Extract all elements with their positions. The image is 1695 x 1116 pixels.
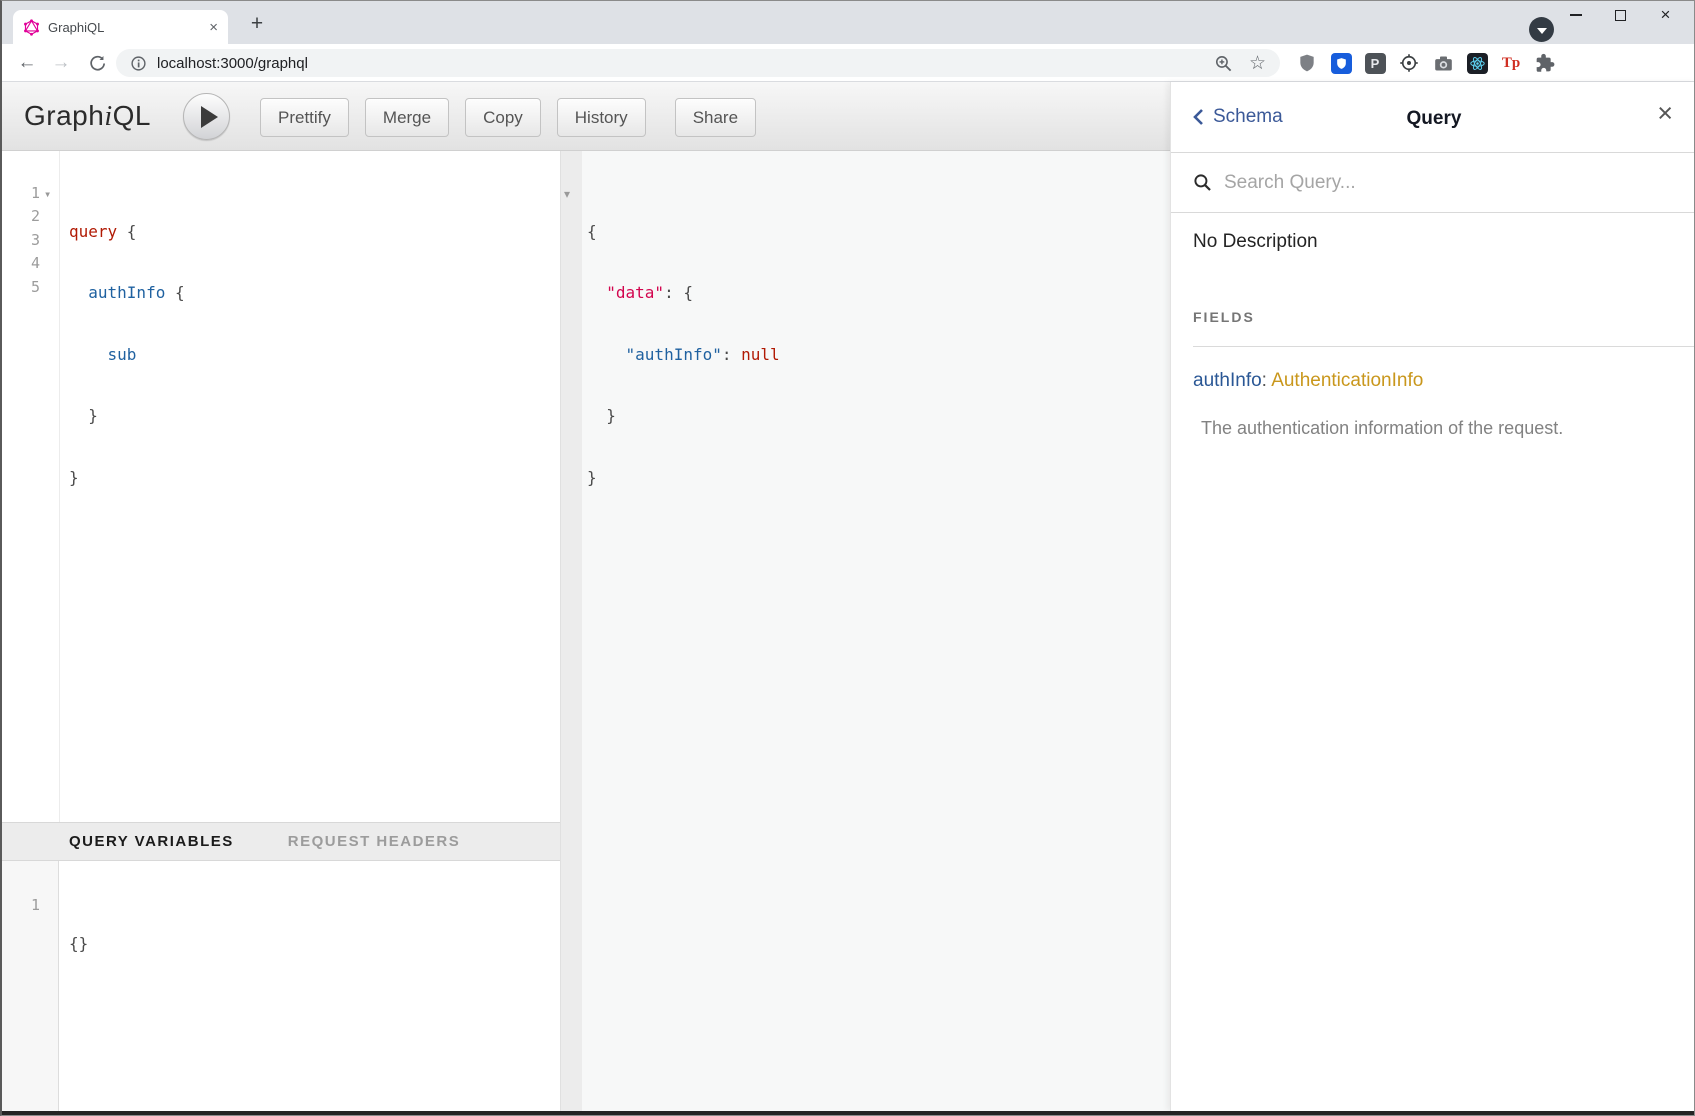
window-bottom-edge [2, 1111, 1694, 1116]
tp-extension-icon[interactable]: Tp [1494, 44, 1528, 82]
close-window-button[interactable]: × [1643, 1, 1688, 29]
reload-icon [88, 54, 107, 73]
variables-editor[interactable]: 1 {} [2, 861, 560, 1111]
toolbar-buttons: Prettify Merge Copy History Share [260, 98, 772, 137]
graphiql-topbar: GraphiQL Prettify Merge Copy History Sha… [2, 82, 1170, 151]
ublock-extension-icon[interactable] [1290, 44, 1324, 82]
share-button[interactable]: Share [675, 98, 756, 137]
graphiql-logo: GraphiQL [24, 100, 151, 133]
type-name-link[interactable]: AuthenticationInfo [1271, 370, 1423, 391]
browser-window: GraphiQL × + × ← → [0, 0, 1695, 1116]
close-icon: × [1661, 5, 1671, 25]
query-editor[interactable]: 1 2 3 4 5 ▾ query { authInfo { sub } } [2, 151, 560, 822]
graphql-favicon-icon [23, 19, 40, 36]
tab-request-headers[interactable]: REQUEST HEADERS [288, 833, 461, 850]
field-name-link[interactable]: authInfo [1193, 370, 1262, 391]
url-text[interactable]: localhost:3000/graphql [157, 55, 1214, 72]
back-button[interactable]: ← [12, 44, 42, 82]
code-line: {} [69, 932, 127, 955]
code-line: } [69, 466, 185, 489]
history-button[interactable]: History [557, 98, 646, 137]
tab-strip: GraphiQL × + × [2, 1, 1694, 44]
zoom-indicator-icon[interactable] [1214, 54, 1233, 73]
tab-close-icon[interactable]: × [209, 20, 218, 35]
window-controls: × [1553, 1, 1688, 31]
type-description: No Description [1193, 231, 1318, 253]
minimize-button[interactable] [1553, 1, 1598, 29]
extensions-puzzle-icon[interactable] [1528, 44, 1562, 82]
play-icon [201, 106, 218, 128]
merge-button[interactable]: Merge [365, 98, 449, 137]
code-line: } [587, 404, 780, 427]
tab-title: GraphiQL [48, 20, 209, 35]
site-info-icon[interactable] [130, 55, 147, 72]
code-line: "data": { [587, 281, 780, 304]
fold-arrow-icon[interactable]: ▾ [44, 187, 51, 201]
tab-search-button[interactable] [1529, 17, 1554, 42]
field-description: The authentication information of the re… [1201, 418, 1667, 439]
camera-extension-icon[interactable] [1426, 44, 1460, 82]
variables-tab-bar: QUERY VARIABLES REQUEST HEADERS [2, 822, 560, 861]
code-line: authInfo { [69, 281, 185, 304]
maximize-icon [1615, 10, 1626, 21]
browser-toolbar: ← → localhost:3000/graphql [2, 44, 1694, 82]
address-bar[interactable]: localhost:3000/graphql ☆ [116, 49, 1280, 77]
maximize-button[interactable] [1598, 1, 1643, 29]
field-row: authInfo: AuthenticationInfo [1193, 370, 1423, 392]
minimize-icon [1570, 14, 1582, 16]
forward-button: → [46, 44, 76, 82]
gutter-divider [59, 151, 60, 822]
reload-button[interactable] [82, 44, 112, 82]
chevron-down-icon [1537, 28, 1547, 34]
query-line-numbers: 1 2 3 4 5 [2, 182, 40, 299]
fields-divider [1193, 346, 1695, 347]
new-tab-button[interactable]: + [245, 12, 269, 36]
extensions-row: P [1290, 44, 1562, 82]
fields-heading: FIELDS [1193, 309, 1255, 325]
execute-button[interactable] [183, 93, 230, 140]
code-line: "authInfo": null [587, 343, 780, 366]
search-input[interactable] [1224, 172, 1644, 194]
doc-title: Query [1171, 108, 1695, 130]
search-icon [1193, 173, 1212, 192]
code-line: query { [69, 220, 185, 243]
bookmark-star-icon[interactable]: ☆ [1249, 54, 1266, 73]
code-line: } [587, 466, 780, 489]
doc-search-bar [1171, 153, 1695, 213]
doc-explorer: Schema Query × No Description FIELDS aut… [1170, 82, 1695, 1111]
code-line: } [69, 404, 185, 427]
tab-query-variables[interactable]: QUERY VARIABLES [69, 833, 234, 850]
doc-explorer-header: Schema Query × [1171, 82, 1695, 153]
variables-code[interactable]: {} [69, 894, 127, 993]
browser-tab[interactable]: GraphiQL × [13, 10, 228, 44]
result-code: { "data": { "authInfo": null } } [587, 182, 780, 527]
target-extension-icon[interactable] [1392, 44, 1426, 82]
variables-line-numbers: 1 [2, 894, 40, 917]
prettify-button[interactable]: Prettify [260, 98, 349, 137]
result-fold-arrow-icon[interactable]: ▾ [564, 187, 570, 201]
code-line: sub [69, 343, 185, 366]
bitwarden-extension-icon[interactable] [1324, 44, 1358, 82]
query-code[interactable]: query { authInfo { sub } } [69, 182, 185, 527]
react-devtools-extension-icon[interactable] [1460, 44, 1494, 82]
p-extension-icon[interactable]: P [1358, 44, 1392, 82]
pane-divider[interactable] [560, 151, 582, 1111]
doc-close-button[interactable]: × [1657, 100, 1673, 127]
code-line: { [587, 220, 780, 243]
result-viewer[interactable]: { "data": { "authInfo": null } } [582, 151, 1170, 1111]
copy-button[interactable]: Copy [465, 98, 541, 137]
